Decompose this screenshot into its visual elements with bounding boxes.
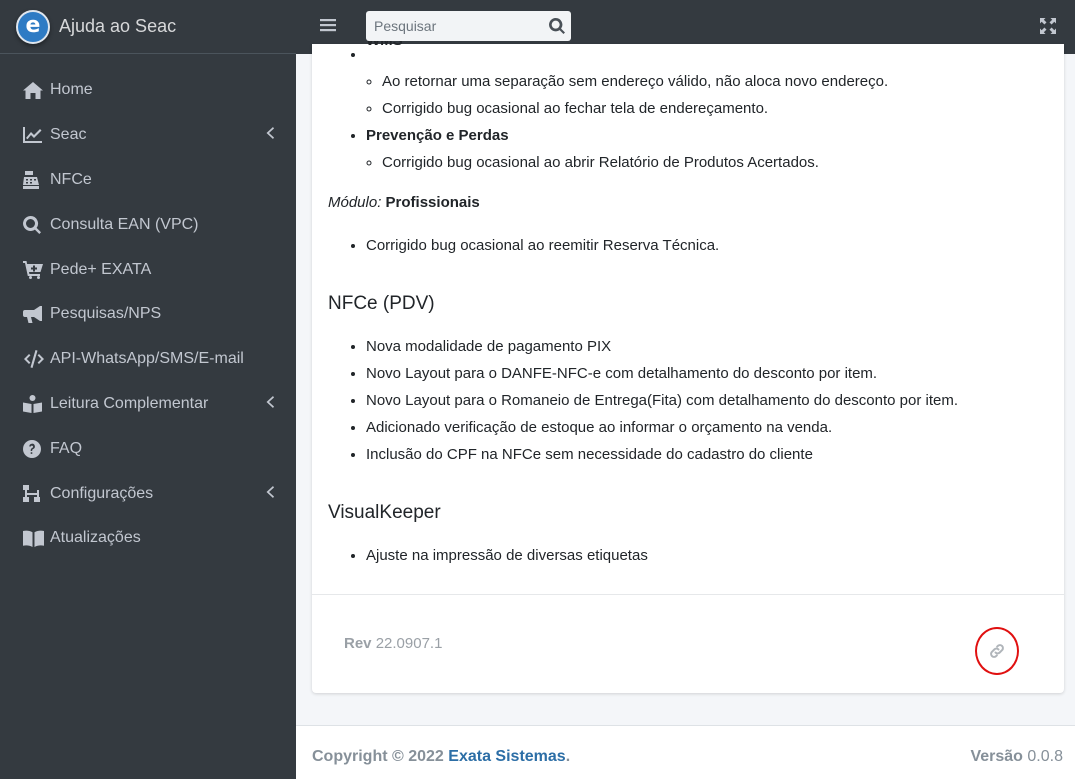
link-icon <box>989 643 1005 659</box>
list-item: Inclusão do CPF na NFCe sem necessidade … <box>366 441 1064 468</box>
sidebar-item-consulta-ean[interactable]: Consulta EAN (VPC) <box>0 202 296 247</box>
revision-text: Rev 22.0907.1 <box>344 635 442 652</box>
sidebar-item-pede-exata[interactable]: Pede+ EXATA <box>0 247 296 292</box>
sidebar: e Ajuda ao Seac Home Seac NFCe Consulta … <box>0 0 296 779</box>
list-item: WMS Ao retornar uma separação sem endere… <box>366 41 1064 122</box>
sidebar-item-label: Seac <box>50 126 87 144</box>
permalink-button[interactable] <box>975 627 1019 675</box>
list-item: Prevenção e Perdas Corrigido bug ocasion… <box>366 122 1064 176</box>
bullhorn-icon <box>23 304 45 324</box>
sub-list: Corrigido bug ocasional ao abrir Relatór… <box>366 149 1064 176</box>
sidebar-item-label: Home <box>50 81 93 99</box>
version-value: 0.0.8 <box>1027 748 1063 765</box>
code-icon <box>23 349 45 369</box>
profissionais-list: Corrigido bug ocasional ao reemitir Rese… <box>328 232 1064 259</box>
list-item: Corrigido bug ocasional ao fechar tela d… <box>382 95 1064 122</box>
sidebar-item-label: Configurações <box>50 484 154 502</box>
sidebar-item-label: Atualizações <box>50 529 141 547</box>
version-label: Versão <box>970 748 1023 765</box>
sidebar-item-api-whatsapp[interactable]: API-WhatsApp/SMS/E-mail <box>0 337 296 382</box>
sidebar-item-configuracoes[interactable]: Configurações <box>0 471 296 516</box>
brand-title: Ajuda ao Seac <box>59 16 177 36</box>
section-heading-visualkeeper: VisualKeeper <box>328 502 441 523</box>
list-item: Novo Layout para o Romaneio de Entrega(F… <box>366 387 1064 414</box>
sidebar-item-label: Pede+ EXATA <box>50 260 152 278</box>
sidebar-item-pesquisas-nps[interactable]: Pesquisas/NPS <box>0 292 296 337</box>
list-item: Adicionado verificação de estoque ao inf… <box>366 414 1064 441</box>
list-item: Novo Layout para o DANFE-NFC-e com detal… <box>366 360 1064 387</box>
home-icon <box>23 80 45 100</box>
search-icon[interactable] <box>549 17 565 34</box>
module-line: Módulo: Profissionais <box>328 189 1064 216</box>
sidebar-item-atualizacoes[interactable]: Atualizações <box>0 516 296 561</box>
module-name: Profissionais <box>385 194 480 211</box>
revision-value: 22.0907.1 <box>375 635 443 652</box>
section-heading-nfce: NFCe (PDV) <box>328 293 435 314</box>
list-item: Corrigido bug ocasional ao abrir Relatór… <box>382 149 1064 176</box>
sidebar-item-label: Leitura Complementar <box>50 394 209 412</box>
sidebar-item-label: Pesquisas/NPS <box>50 305 162 323</box>
module-list: WMS Ao retornar uma separação sem endere… <box>328 41 1064 176</box>
sidebar-item-home[interactable]: Home <box>0 68 296 113</box>
book-open-icon <box>23 528 45 548</box>
sidebar-item-label: API-WhatsApp/SMS/E-mail <box>50 350 244 368</box>
copyright-prefix: Copyright © 2022 <box>312 748 444 765</box>
menu-toggle-icon[interactable] <box>320 17 336 37</box>
sidebar-item-label: Consulta EAN (VPC) <box>50 215 199 233</box>
search-input[interactable] <box>366 11 536 41</box>
card-footer: Rev 22.0907.1 <box>312 594 1064 693</box>
section-heading-prevencao: Prevenção e Perdas <box>366 127 509 144</box>
question-circle-icon <box>23 439 45 459</box>
section-heading-wms: WMS <box>366 41 403 54</box>
visualkeeper-list: Ajuste na impressão de diversas etiqueta… <box>328 542 1064 569</box>
copyright-text: Copyright © 2022 Exata Sistemas. <box>312 748 570 766</box>
copyright-suffix: . <box>565 748 571 765</box>
sidebar-item-leitura-complementar[interactable]: Leitura Complementar <box>0 382 296 427</box>
release-notes-card: WMS Ao retornar uma separação sem endere… <box>312 41 1064 693</box>
book-reader-icon <box>23 394 45 414</box>
sidebar-item-faq[interactable]: FAQ <box>0 426 296 471</box>
list-item: Ajuste na impressão de diversas etiqueta… <box>366 542 1064 569</box>
company-link[interactable]: Exata Sistemas <box>448 748 565 765</box>
sidebar-nav: Home Seac NFCe Consulta EAN (VPC) Pede+ … <box>0 54 296 561</box>
brand-link[interactable]: e Ajuda ao Seac <box>0 0 296 54</box>
sidebar-item-label: NFCe <box>50 170 92 188</box>
revision-label: Rev <box>344 635 372 652</box>
version-text: Versão 0.0.8 <box>970 748 1063 766</box>
cash-register-icon <box>23 170 45 190</box>
sub-list: Ao retornar uma separação sem endereço v… <box>366 68 1064 122</box>
nfce-list: Nova modalidade de pagamento PIX Novo La… <box>328 333 1064 468</box>
sidebar-item-nfce[interactable]: NFCe <box>0 158 296 203</box>
sidebar-item-label: FAQ <box>50 439 83 457</box>
cart-plus-icon <box>23 260 45 280</box>
brand-logo-letter: e <box>25 12 41 38</box>
list-item: Nova modalidade de pagamento PIX <box>366 333 1064 360</box>
chevron-left-icon <box>266 395 274 413</box>
sitemap-icon <box>23 484 45 504</box>
list-item: Ao retornar uma separação sem endereço v… <box>382 68 1064 95</box>
search-box <box>366 11 571 41</box>
sidebar-item-seac[interactable]: Seac <box>0 113 296 158</box>
list-item: Corrigido bug ocasional ao reemitir Rese… <box>366 232 1064 259</box>
search-icon <box>23 215 45 235</box>
module-label: Módulo: <box>328 194 382 211</box>
chevron-left-icon <box>266 485 274 503</box>
chart-line-icon <box>23 125 45 145</box>
main-content: WMS Ao retornar uma separação sem endere… <box>296 41 1075 725</box>
chevron-left-icon <box>266 126 274 144</box>
page-footer: Copyright © 2022 Exata Sistemas. Versão … <box>296 725 1075 779</box>
fullscreen-expand-icon[interactable] <box>1040 18 1056 34</box>
brand-logo: e <box>16 9 50 44</box>
card-body: WMS Ao retornar uma separação sem endere… <box>312 41 1064 569</box>
